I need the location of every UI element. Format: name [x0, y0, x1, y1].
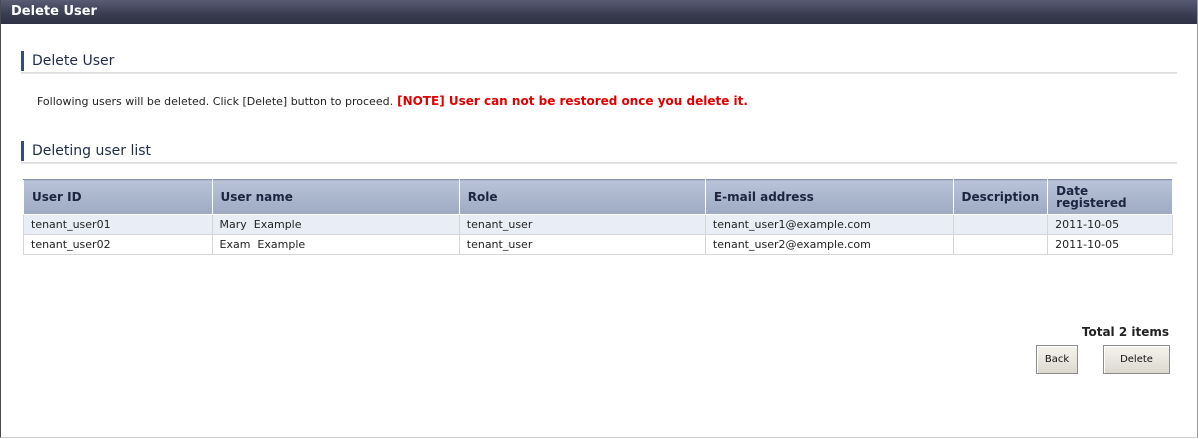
section-divider — [21, 162, 1177, 164]
cell-user-id: tenant_user02 — [23, 234, 213, 255]
cell-email: tenant_user1@example.com — [704, 214, 954, 235]
cell-user-name: Mary Example — [211, 214, 460, 235]
section-title-deleting-user-list: Deleting user list — [21, 141, 151, 161]
cell-date-registered: 2011-10-05 — [1047, 214, 1173, 235]
back-button[interactable]: Back — [1036, 345, 1078, 374]
cell-description — [952, 214, 1049, 235]
cell-user-id: tenant_user01 — [23, 214, 213, 235]
cell-email: tenant_user2@example.com — [704, 234, 954, 255]
column-header-date-line2: registered — [1056, 196, 1127, 210]
delete-notice: Following users will be deleted. Click [… — [37, 94, 748, 108]
column-header-user-id: User ID — [23, 179, 213, 215]
delete-user-window: Delete User Delete User Following users … — [0, 0, 1198, 438]
delete-button[interactable]: Delete — [1103, 345, 1170, 374]
cell-user-name: Exam Example — [211, 234, 460, 255]
cell-date-registered: 2011-10-05 — [1047, 234, 1173, 255]
column-header-role: Role — [458, 179, 706, 215]
warning-text: [NOTE] User can not be restored once you… — [397, 94, 748, 108]
instruction-text: Following users will be deleted. Click [… — [37, 95, 394, 108]
deleting-user-table: User ID User name Role E-mail address De… — [23, 179, 1173, 255]
column-header-description: Description — [952, 179, 1049, 215]
column-header-email: E-mail address — [704, 179, 954, 215]
table-row: tenant_user02 Exam Example tenant_user t… — [23, 234, 1173, 255]
column-header-date-registered: Date registered — [1047, 179, 1173, 215]
cell-description — [952, 234, 1049, 255]
column-header-user-name: User name — [211, 179, 460, 215]
table-row: tenant_user01 Mary Example tenant_user t… — [23, 214, 1173, 235]
window-title: Delete User — [1, 0, 1197, 24]
section-divider — [21, 72, 1177, 74]
section-title-delete-user: Delete User — [21, 51, 114, 71]
table-header-row: User ID User name Role E-mail address De… — [23, 179, 1173, 215]
cell-role: tenant_user — [458, 234, 706, 255]
cell-role: tenant_user — [458, 214, 706, 235]
total-items-count: Total 2 items — [1081, 325, 1169, 339]
